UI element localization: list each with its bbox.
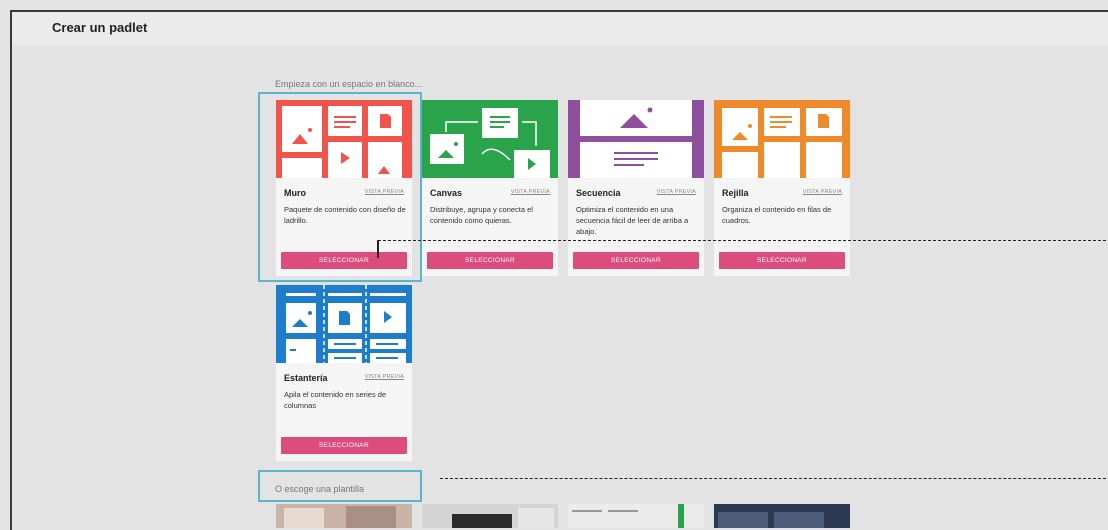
template-thumbnail[interactable] [422,504,558,528]
template-thumbnail[interactable] [568,504,704,528]
preview-link[interactable]: VISTA PREVIA [657,189,696,195]
template-callout-line [440,478,1106,479]
select-button[interactable]: SELECCIONAR [427,252,553,269]
card-secuencia[interactable]: Secuencia VISTA PREVIA Optimiza el conte… [568,100,704,276]
select-button[interactable]: SELECCIONAR [719,252,845,269]
blank-section-label: Empieza con un espacio en blanco... [275,79,423,89]
card-canvas[interactable]: Canvas VISTA PREVIA Distribuye, agrupa y… [422,100,558,276]
muro-highlight-box [258,92,422,282]
select-button[interactable]: SELECCIONAR [573,252,699,269]
card-description: Organiza el contenido en filas de cuadro… [722,205,832,225]
card-title: Secuencia [576,188,621,198]
card-title: Estantería [284,373,328,383]
callout-pointer [377,240,379,258]
card-description: Apila el contenido en series de columnas [284,390,387,410]
card-description: Optimiza el contenido en una secuencia f… [576,205,689,236]
card-title: Canvas [430,188,463,198]
top-bar [12,12,1108,46]
card-rejilla[interactable]: Rejilla VISTA PREVIA Organiza el conteni… [714,100,850,276]
card-estanteria[interactable]: Estantería VISTA PREVIA Apila el conteni… [276,285,412,461]
preview-link[interactable]: VISTA PREVIA [365,374,404,380]
template-thumbnail[interactable] [276,504,412,528]
estanteria-thumbnail [276,285,412,363]
template-thumbnail[interactable] [714,504,850,528]
preview-link[interactable]: VISTA PREVIA [511,189,550,195]
select-button[interactable]: SELECCIONAR [281,437,407,454]
preview-link[interactable]: VISTA PREVIA [803,189,842,195]
canvas-thumbnail [422,100,558,178]
card-description: Distribuye, agrupa y conecta el contenid… [430,205,533,225]
muro-callout-line [378,240,1106,241]
page-title: Crear un padlet [52,20,148,35]
rejilla-thumbnail [714,100,850,178]
card-title: Rejilla [722,188,749,198]
window-frame [10,10,1108,530]
template-highlight-box [258,470,422,502]
secuencia-thumbnail [568,100,704,178]
